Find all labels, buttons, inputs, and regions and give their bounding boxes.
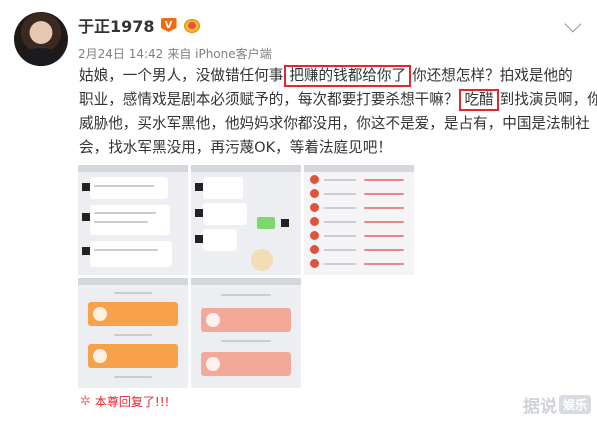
post-header: 于正1978 V [78,14,202,36]
post-meta: 2月24日 14:42 来自 iPhone客户端 [78,45,272,62]
image-thumbnail[interactable] [191,165,301,275]
chevron-down-icon[interactable] [564,15,582,33]
post-source: 来自 iPhone客户端 [167,47,272,61]
image-thumbnail[interactable] [78,278,188,388]
post-line-1: 姑娘，一个男人，没做错任何事 把赚的钱都给你了 你还想怎样？拍戏是他的 [79,64,584,88]
vip-badge-icon[interactable]: V [160,18,177,32]
image-grid [78,165,414,388]
post-date[interactable]: 2月24日 14:42 [78,45,163,62]
post-text: 姑娘，一个男人，没做错任何事 把赚的钱都给你了 你还想怎样？拍戏是他的 职业，感情戏… [79,64,597,160]
post-text-segment: 到找演员啊，你 [499,91,597,108]
post-text-segment: 职业，感情戏是剧本必须赋予的，每次都要打要杀想干嘛？ [79,91,459,108]
highlight-box: 把赚的钱都给你了 [284,65,412,87]
watermark-text: 据说 [522,397,557,417]
image-grid-empty-slot [304,278,414,388]
medal-icon[interactable] [182,16,202,34]
reply-icon: ✲ [80,394,91,409]
image-thumbnail[interactable] [304,165,414,275]
image-thumbnail[interactable] [191,278,301,388]
post-line-2: 职业，感情戏是剧本必须赋予的，每次都要打要杀想干嘛？ 吃醋 到找演员啊，你 [79,88,597,112]
username[interactable]: 于正1978 [78,13,155,37]
image-thumbnail[interactable] [78,165,188,275]
watermark-logo: 据说 娱乐 [523,392,591,417]
reply-label: 本尊回复了!!! [94,395,170,409]
avatar[interactable] [14,12,68,66]
post-text-segment: 姑娘，一个男人，没做错任何事 [79,67,284,84]
watermark-tag: 娱乐 [558,395,591,414]
highlight-box: 吃醋 [459,89,499,111]
post-line-3: 威胁他，买水军黑他，他妈妈求你都没用，你这不是爱，是占有，中国是法制社 [79,115,590,132]
post-line-4: 会，找水军黑没用，再污蔑OK，等着法庭见吧！ [79,139,392,156]
reply-indicator[interactable]: ✲ 本尊回复了!!! [80,393,169,410]
post-text-segment: 你还想怎样？拍戏是他的 [412,67,573,84]
